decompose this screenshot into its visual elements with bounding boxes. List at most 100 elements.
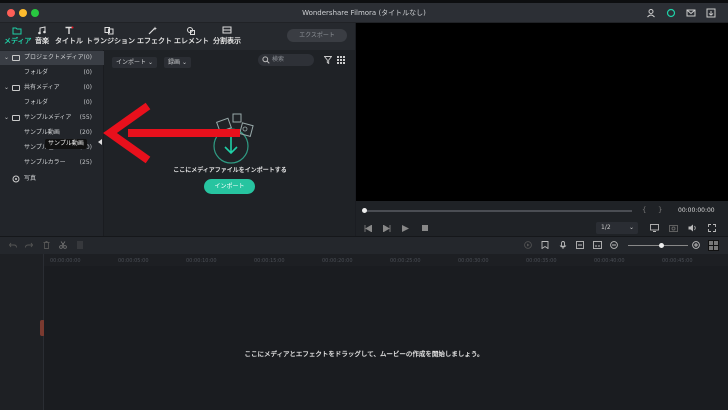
track-layout-icon[interactable] — [708, 240, 719, 251]
tab-titles[interactable]: タイトル — [55, 26, 83, 50]
redo-icon[interactable] — [25, 242, 33, 249]
sidebar-item-sample-colors[interactable]: サンプルカラー (25) — [0, 156, 104, 170]
tab-effects[interactable]: エフェクト — [137, 26, 172, 50]
tab-elements[interactable]: エレメント — [174, 26, 209, 50]
elements-icon — [187, 27, 195, 35]
sidebar-item-count: (55) — [79, 114, 92, 121]
voiceover-icon[interactable] — [576, 241, 584, 249]
import-dropdown-label: インポート — [116, 59, 147, 66]
chevron-down-icon[interactable]: ⌄ — [4, 81, 9, 95]
mail-icon[interactable] — [686, 8, 696, 18]
timeline-toolbar — [0, 236, 728, 254]
sidebar-item-label: フォルダ — [24, 69, 49, 76]
download-icon[interactable] — [706, 8, 716, 18]
tab-split-screen-label: 分割表示 — [213, 37, 241, 45]
music-icon — [38, 26, 46, 35]
annotation-arrow — [103, 102, 240, 164]
sidebar-item-count: (20) — [79, 129, 92, 136]
sidebar-item-sample-media[interactable]: ⌄ サンプルメディア (55) — [0, 111, 104, 125]
tab-elements-label: エレメント — [174, 37, 209, 45]
search-input[interactable]: 検索 — [258, 54, 314, 66]
search-placeholder: 検索 — [272, 56, 285, 63]
chevron-down-icon[interactable]: ⌄ — [4, 51, 9, 65]
zoom-out-icon[interactable] — [610, 241, 618, 249]
ruler-tick-label: 00:00:20:00 — [322, 258, 353, 264]
audio-settings-icon[interactable] — [76, 241, 84, 249]
stop-icon[interactable] — [422, 225, 428, 231]
tab-media[interactable]: メディア — [4, 26, 32, 50]
sidebar-item-shared-media[interactable]: ⌄ 共有メディア (0) — [0, 81, 104, 95]
sidebar-item-photos[interactable]: 写真 — [0, 172, 104, 186]
export-button[interactable]: エクスポート — [287, 29, 347, 42]
step-forward-icon[interactable] — [383, 225, 391, 232]
tooltip: サンプル動画 — [45, 139, 87, 149]
snapshot-icon[interactable] — [669, 224, 678, 232]
cut-icon[interactable] — [59, 241, 67, 249]
player-controls: { } — [356, 201, 728, 236]
display-icon[interactable] — [650, 224, 659, 232]
chevron-down-icon: ⌄ — [181, 59, 187, 66]
tab-transitions[interactable]: トランジション — [86, 26, 135, 50]
import-dropdown[interactable]: インポート ⌄ — [112, 57, 157, 68]
tab-transitions-label: トランジション — [86, 37, 135, 45]
subtitle-icon[interactable] — [593, 241, 602, 249]
sidebar-item-count: (0) — [83, 69, 93, 76]
folder-icon — [12, 115, 20, 121]
render-icon[interactable] — [524, 241, 532, 249]
record-dropdown-label: 録画 — [168, 59, 181, 66]
photo-icon — [12, 175, 20, 183]
undo-icon[interactable] — [9, 242, 17, 249]
mark-in-icon[interactable]: { — [642, 206, 646, 214]
preview-quality-select[interactable]: 1/2 ⌄ — [596, 222, 638, 234]
playback-progress-bar[interactable] — [364, 210, 632, 212]
title-bar: Wondershare Filmora (タイトルなし) — [0, 3, 728, 23]
folder-icon — [12, 27, 22, 35]
mark-out-icon[interactable]: } — [658, 206, 662, 214]
marker-icon[interactable] — [541, 241, 549, 249]
tab-audio[interactable]: 音楽 — [33, 26, 51, 50]
tab-media-label: メディア — [4, 37, 32, 45]
ruler-tick-label: 00:00:40:00 — [594, 258, 625, 264]
chevron-down-icon: ⌄ — [147, 59, 153, 66]
sidebar-item-count: (25) — [79, 159, 92, 166]
ruler-tick-label: 00:00:45:00 — [662, 258, 693, 264]
sidebar-item-sample-video[interactable]: サンプル動画 (20) — [0, 126, 104, 140]
account-icon[interactable] — [646, 8, 656, 18]
timeline-tracks[interactable] — [44, 266, 728, 410]
track-headers — [0, 254, 45, 410]
ruler-tick-label: 00:00:00:00 — [50, 258, 81, 264]
sidebar-item-count: (0) — [83, 54, 93, 61]
sidebar-item-label: サンプル動画 — [24, 129, 60, 136]
grid-view-icon[interactable] — [337, 56, 345, 64]
zoom-in-icon[interactable] — [692, 241, 700, 249]
tab-split-screen[interactable]: 分割表示 — [212, 26, 242, 50]
delete-icon[interactable] — [43, 241, 50, 249]
sidebar-item-project-folder[interactable]: フォルダ (0) — [0, 66, 104, 80]
support-icon[interactable] — [666, 8, 676, 18]
microphone-icon[interactable] — [559, 241, 567, 249]
fullscreen-icon[interactable] — [708, 224, 716, 232]
sidebar-item-project-media[interactable]: ⌄ プロジェクトメディア (0) — [0, 51, 104, 65]
zoom-slider-track[interactable] — [628, 245, 688, 246]
filter-icon[interactable] — [324, 56, 332, 64]
sidebar-item-label: フォルダ — [24, 99, 49, 106]
folder-icon — [12, 55, 20, 61]
split-screen-icon — [222, 26, 232, 34]
sidebar-item-shared-folder[interactable]: フォルダ (0) — [0, 96, 104, 110]
sidebar-item-label: 写真 — [24, 175, 37, 182]
import-button[interactable]: インポート — [204, 179, 255, 194]
tab-effects-label: エフェクト — [137, 37, 172, 45]
title-icon — [65, 26, 73, 34]
chevron-down-icon[interactable]: ⌄ — [4, 111, 9, 125]
step-back-icon[interactable] — [364, 225, 372, 232]
ruler-tick-label: 00:00:25:00 — [390, 258, 421, 264]
window-title: Wondershare Filmora (タイトルなし) — [302, 9, 426, 17]
zoom-slider-handle[interactable] — [659, 243, 664, 248]
effects-icon — [148, 26, 157, 35]
app-window: Wondershare Filmora (タイトルなし) メディア 音楽 タイト… — [0, 0, 728, 410]
volume-icon[interactable] — [688, 224, 697, 232]
record-dropdown[interactable]: 録画 ⌄ — [164, 57, 191, 68]
playhead-handle[interactable] — [362, 208, 367, 213]
play-icon[interactable] — [402, 225, 409, 232]
ruler-tick-label: 00:00:30:00 — [458, 258, 489, 264]
